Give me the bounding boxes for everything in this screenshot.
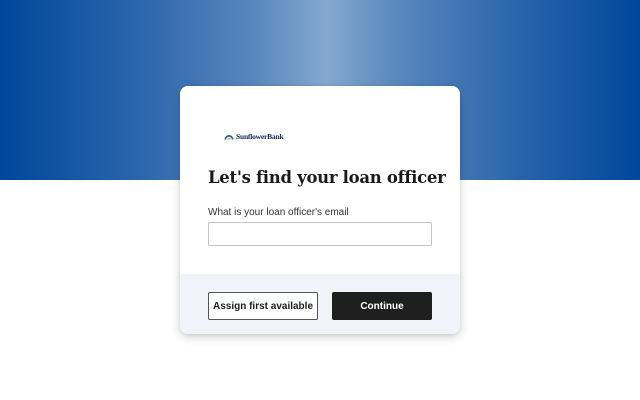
continue-button[interactable]: Continue	[332, 292, 432, 320]
assign-first-available-button[interactable]: Assign first available	[208, 292, 318, 320]
brand-logo: SunflowerBank	[224, 130, 284, 142]
sunflower-logo-icon	[224, 135, 234, 140]
page-title: Let's find your loan officer	[208, 168, 446, 187]
brand-name: SunflowerBank	[236, 131, 284, 141]
loan-officer-card: SunflowerBank Let's find your loan offic…	[180, 86, 460, 334]
loan-officer-email-input[interactable]	[208, 222, 432, 246]
card-footer: Assign first available Continue	[180, 274, 460, 334]
page: SunflowerBank Let's find your loan offic…	[0, 0, 640, 400]
email-field-label: What is your loan officer's email	[208, 207, 349, 218]
card-body: SunflowerBank Let's find your loan offic…	[180, 86, 460, 274]
